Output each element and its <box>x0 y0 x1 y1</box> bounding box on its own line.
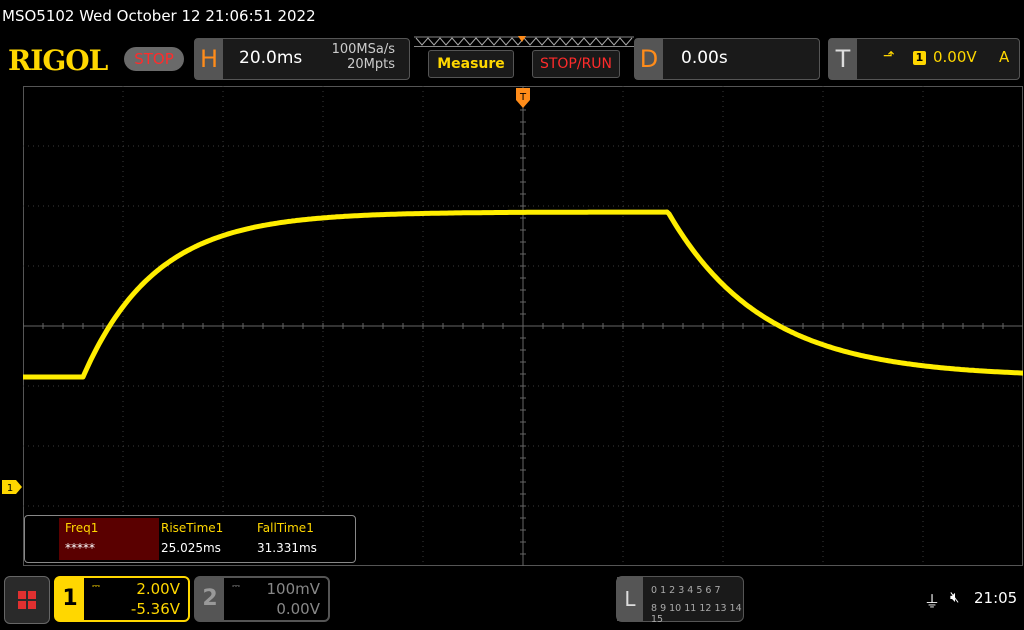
channel-offset: -5.36V <box>130 600 180 618</box>
delay-panel[interactable]: D 0.00s <box>634 38 820 80</box>
rigol-logo: RIGOL <box>8 44 108 77</box>
memory-strip-graphic <box>414 36 634 46</box>
logic-analyzer-panel[interactable]: L 0 1 2 3 4 5 6 7 8 9 10 11 12 13 14 15 <box>616 576 744 625</box>
measurement-name: RiseTime1 <box>161 521 224 535</box>
svg-text:T: T <box>519 92 527 103</box>
channel-number: 2 <box>196 578 224 620</box>
menu-grid-icon <box>18 591 36 609</box>
dc-coupling-icon: ⎓ <box>92 581 100 592</box>
sample-rate: 100MSa/s <box>331 42 395 57</box>
measure-button[interactable]: Measure <box>428 50 514 78</box>
measurement-name: Freq1 <box>65 521 99 535</box>
bottom-bar: 1 ⎓ 2.00V -5.36V 2 ⎓ 100mV 0.00V L 0 1 2… <box>0 570 1024 630</box>
trigger-position-marker-icon[interactable]: T <box>516 88 530 108</box>
measurement-value: ***** <box>65 541 95 555</box>
digital-channels-row-1: 0 1 2 3 4 5 6 7 <box>651 585 721 596</box>
run-status-badge: STOP <box>124 47 184 71</box>
channel-1-panel[interactable]: 1 ⎓ 2.00V -5.36V <box>54 576 190 622</box>
measurement-value: 25.025ms <box>161 541 221 555</box>
system-clock: 21:05 <box>974 589 1018 607</box>
usb-icon: ⏚ <box>924 592 941 611</box>
speaker-muted-icon[interactable]: 🔇︎ <box>950 588 959 606</box>
trigger-source: 1 <box>913 51 926 65</box>
measurement-item[interactable]: FallTime1 31.331ms <box>251 518 347 560</box>
measurement-item[interactable]: Freq1 ***** <box>59 518 159 560</box>
horizontal-panel[interactable]: H 20.0ms 100MSa/s 20Mpts <box>194 38 410 80</box>
grid-lines <box>23 86 1023 566</box>
digital-channels-row-2: 8 9 10 11 12 13 14 15 <box>651 603 742 625</box>
channel-2-panel[interactable]: 2 ⎓ 100mV 0.00V <box>194 576 330 622</box>
logic-analyzer-label: L <box>617 577 643 621</box>
channel-number: 1 <box>56 578 84 620</box>
trigger-level: 0.00V <box>933 48 977 66</box>
measurement-results[interactable]: Freq1 ***** RiseTime1 25.025ms FallTime1… <box>24 515 356 563</box>
title-bar: MSO5102 Wed October 12 21:06:51 2022 <box>0 0 1024 34</box>
measurement-name: FallTime1 <box>257 521 314 535</box>
timebase-value: 20.0ms <box>239 48 303 68</box>
top-toolbar: RIGOL STOP H 20.0ms 100MSa/s 20Mpts Meas… <box>0 34 1024 84</box>
horizontal-label: H <box>195 39 223 79</box>
channel-scale: 100mV <box>266 580 320 598</box>
waveform-display[interactable] <box>23 86 1023 566</box>
waveform-canvas <box>23 86 1023 566</box>
delay-label: D <box>635 39 663 79</box>
dc-coupling-icon: ⎓ <box>232 581 240 592</box>
device-datetime: MSO5102 Wed October 12 21:06:51 2022 <box>2 7 316 25</box>
memory-depth: 20Mpts <box>347 57 395 72</box>
channel-1-offset-marker-icon[interactable]: 1 <box>2 480 22 494</box>
trigger-mode: A <box>999 48 1010 66</box>
measurement-value: 31.331ms <box>257 541 317 555</box>
channel-offset: 0.00V <box>276 600 320 618</box>
acquisition-info: 100MSa/s 20Mpts <box>332 42 395 72</box>
delay-value: 0.00s <box>681 48 728 68</box>
main-menu-button[interactable] <box>4 576 50 624</box>
stop-run-button[interactable]: STOP/RUN <box>532 50 620 78</box>
measurement-item[interactable]: RiseTime1 25.025ms <box>155 518 251 560</box>
memory-position-strip <box>414 36 634 47</box>
trigger-label: T <box>829 39 857 79</box>
rising-edge-icon: ⬏ <box>883 48 895 64</box>
channel-scale: 2.00V <box>136 580 180 598</box>
trigger-panel[interactable]: T ⬏ 1 0.00V A <box>828 38 1020 80</box>
svg-text:1: 1 <box>7 483 13 494</box>
